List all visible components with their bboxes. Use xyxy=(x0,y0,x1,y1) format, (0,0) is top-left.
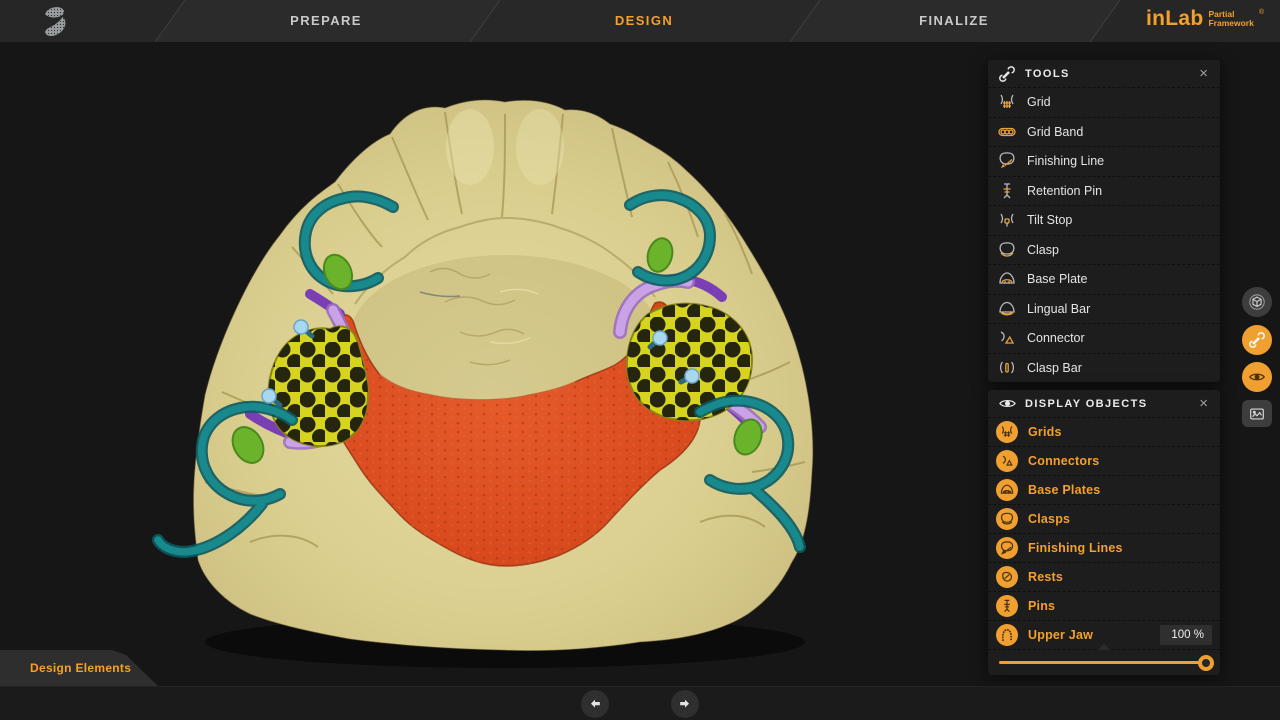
display-item-label: Base Plates xyxy=(1028,483,1100,497)
tool-item-label: Lingual Bar xyxy=(1027,302,1090,316)
arrow-left-icon xyxy=(587,696,603,712)
tools-toggle-button[interactable] xyxy=(1242,325,1272,355)
slider-handle[interactable] xyxy=(1198,655,1214,671)
clasp-icon xyxy=(997,240,1017,260)
tool-item-label: Base Plate xyxy=(1027,272,1087,286)
display-item-pins[interactable]: Pins xyxy=(988,591,1220,620)
tool-item-label: Clasp Bar xyxy=(1027,361,1082,375)
clasps-icon xyxy=(996,508,1018,530)
display-objects-panel: DISPLAY OBJECTS × Grids Connectors xyxy=(988,390,1220,675)
tool-item-label: Clasp xyxy=(1027,243,1059,257)
snapshot-button[interactable] xyxy=(1242,400,1272,427)
product-line2: Framework xyxy=(1208,18,1253,28)
upper-jaw-opacity-slider[interactable] xyxy=(988,649,1220,675)
design-elements-label: Design Elements xyxy=(30,661,131,675)
eye-icon xyxy=(1248,368,1266,386)
grid-band-icon xyxy=(997,122,1017,142)
3d-viewport[interactable]: Design Elements TOOLS × xyxy=(0,42,1280,686)
display-item-label: Clasps xyxy=(1028,512,1070,526)
top-bar: PREPARE DESIGN FINALIZE inLab Partial Fr… xyxy=(0,0,1280,43)
display-item-clasps[interactable]: Clasps xyxy=(988,504,1220,533)
registered-mark: ® xyxy=(1259,9,1264,16)
base-plates-icon xyxy=(996,479,1018,501)
display-panel-title: DISPLAY OBJECTS xyxy=(1025,398,1147,410)
upper-jaw-opacity-value[interactable]: 100 % xyxy=(1160,625,1212,645)
step-prepare[interactable]: PREPARE xyxy=(168,0,484,42)
bottom-bar xyxy=(0,686,1280,720)
lingual-bar-icon xyxy=(997,299,1017,319)
tools-panel: TOOLS × Grid Grid Band xyxy=(988,60,1220,382)
tool-item-connector[interactable]: Connector xyxy=(988,323,1220,353)
display-item-label: Grids xyxy=(1028,425,1062,439)
tool-item-lingual-bar[interactable]: Lingual Bar xyxy=(988,294,1220,324)
wrench-icon xyxy=(1248,331,1266,349)
finishing-lines-icon xyxy=(996,537,1018,559)
tool-item-label: Grid xyxy=(1027,95,1051,109)
step-finalize[interactable]: FINALIZE xyxy=(804,0,1104,42)
slider-track[interactable] xyxy=(999,661,1209,664)
tool-item-grid-band[interactable]: Grid Band xyxy=(988,117,1220,147)
tool-item-clasp[interactable]: Clasp xyxy=(988,235,1220,265)
tool-item-label: Tilt Stop xyxy=(1027,213,1072,227)
display-item-label: Finishing Lines xyxy=(1028,541,1123,555)
grid-icon xyxy=(997,92,1017,112)
display-close-icon[interactable]: × xyxy=(1196,396,1211,411)
display-item-label: Upper Jaw xyxy=(1028,628,1093,642)
tool-item-label: Connector xyxy=(1027,331,1085,345)
connectors-icon xyxy=(996,450,1018,472)
display-objects-toggle-button[interactable] xyxy=(1242,362,1272,392)
tool-item-label: Retention Pin xyxy=(1027,184,1102,198)
display-item-finishing-lines[interactable]: Finishing Lines xyxy=(988,533,1220,562)
arrow-right-icon xyxy=(677,696,693,712)
tool-item-label: Finishing Line xyxy=(1027,154,1104,168)
display-panel-header: DISPLAY OBJECTS × xyxy=(988,390,1220,417)
sirona-logo-icon xyxy=(38,5,68,43)
tool-item-clasp-bar[interactable]: Clasp Bar xyxy=(988,353,1220,383)
tool-item-retention-pin[interactable]: Retention Pin xyxy=(988,176,1220,206)
tools-panel-title: TOOLS xyxy=(1025,68,1070,80)
tilt-stop-icon xyxy=(997,210,1017,230)
tool-item-label: Grid Band xyxy=(1027,125,1083,139)
retention-pin-icon xyxy=(997,181,1017,201)
wrench-icon xyxy=(997,64,1017,84)
step-design[interactable]: DESIGN xyxy=(484,0,804,42)
connector-icon xyxy=(997,328,1017,348)
display-item-rests[interactable]: Rests xyxy=(988,562,1220,591)
inlab-brand-text: inLab xyxy=(1146,7,1204,31)
display-item-connectors[interactable]: Connectors xyxy=(988,446,1220,475)
tool-item-finishing-line[interactable]: Finishing Line xyxy=(988,146,1220,176)
slider-caret xyxy=(1098,643,1110,650)
display-item-grids[interactable]: Grids xyxy=(988,417,1220,446)
display-item-label: Connectors xyxy=(1028,454,1099,468)
tools-panel-header: TOOLS × xyxy=(988,60,1220,87)
eye-icon xyxy=(997,394,1017,414)
nav-forward-button[interactable] xyxy=(671,690,699,718)
finishing-line-icon xyxy=(997,151,1017,171)
tool-item-tilt-stop[interactable]: Tilt Stop xyxy=(988,205,1220,235)
cube-icon xyxy=(1248,293,1266,311)
grids-icon xyxy=(996,421,1018,443)
nav-back-button[interactable] xyxy=(581,690,609,718)
inlab-application-window: PREPARE DESIGN FINALIZE inLab Partial Fr… xyxy=(0,0,1280,720)
base-plate-icon xyxy=(997,269,1017,289)
tools-close-icon[interactable]: × xyxy=(1196,66,1211,81)
image-icon xyxy=(1248,405,1266,423)
inlab-product-logo: inLab Partial Framework ® xyxy=(1146,7,1264,31)
display-item-base-plates[interactable]: Base Plates xyxy=(988,475,1220,504)
display-item-label: Rests xyxy=(1028,570,1063,584)
rests-icon xyxy=(996,566,1018,588)
pins-icon xyxy=(996,595,1018,617)
upper-jaw-icon xyxy=(996,624,1018,646)
tool-item-grid[interactable]: Grid xyxy=(988,87,1220,117)
clasp-bar-icon xyxy=(997,358,1017,378)
view-options-button[interactable] xyxy=(1242,287,1272,317)
tool-item-base-plate[interactable]: Base Plate xyxy=(988,264,1220,294)
display-item-label: Pins xyxy=(1028,599,1055,613)
